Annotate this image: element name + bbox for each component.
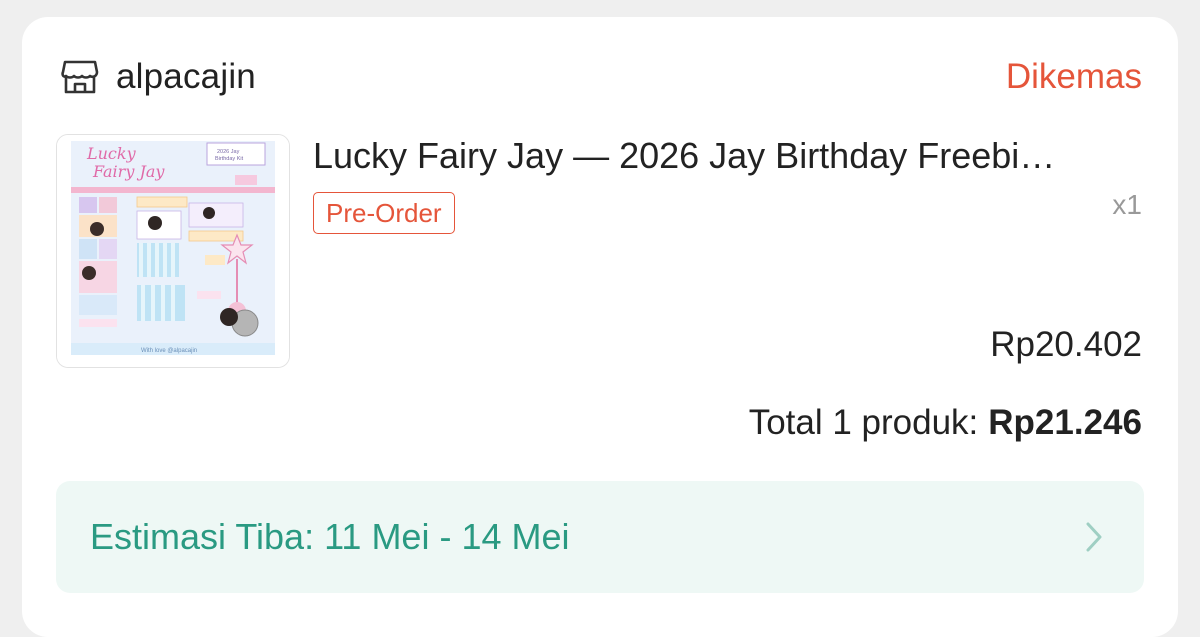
- order-card: alpacajin Dikemas Lucky Fairy Jay 2026 J…: [22, 17, 1178, 637]
- preorder-badge: Pre-Order: [313, 192, 455, 234]
- thumb-heading-line2: Fairy Jay: [92, 162, 165, 181]
- product-thumbnail[interactable]: Lucky Fairy Jay 2026 Jay Birthday Kit Wi…: [56, 134, 290, 368]
- estimated-arrival-text: Estimasi Tiba: 11 Mei - 14 Mei: [90, 516, 570, 557]
- product-price: Rp20.402: [990, 325, 1142, 364]
- thumb-footer: With love @alpacajin: [141, 348, 197, 354]
- store-icon: [60, 57, 100, 97]
- thumb-corner-label-2: Birthday Kit: [215, 156, 244, 162]
- chevron-right-icon: [1084, 520, 1104, 554]
- estimated-arrival-banner[interactable]: Estimasi Tiba: 11 Mei - 14 Mei: [56, 481, 1144, 593]
- total-label: Total 1 produk:: [748, 403, 979, 442]
- shop-name: alpacajin: [116, 57, 256, 96]
- order-status: Dikemas: [1005, 57, 1142, 96]
- product-title[interactable]: Lucky Fairy Jay — 2026 Jay Birthday Free…: [313, 135, 1153, 177]
- shop-header[interactable]: alpacajin Dikemas: [60, 55, 1142, 99]
- product-quantity: x1: [1112, 189, 1142, 220]
- thumb-corner-label-1: 2026 Jay: [217, 149, 240, 155]
- total-value: Rp21.246: [988, 403, 1142, 442]
- thumb-heading-line1: Lucky: [86, 144, 137, 163]
- order-total: Total 1 produk: Rp21.246: [749, 403, 1142, 443]
